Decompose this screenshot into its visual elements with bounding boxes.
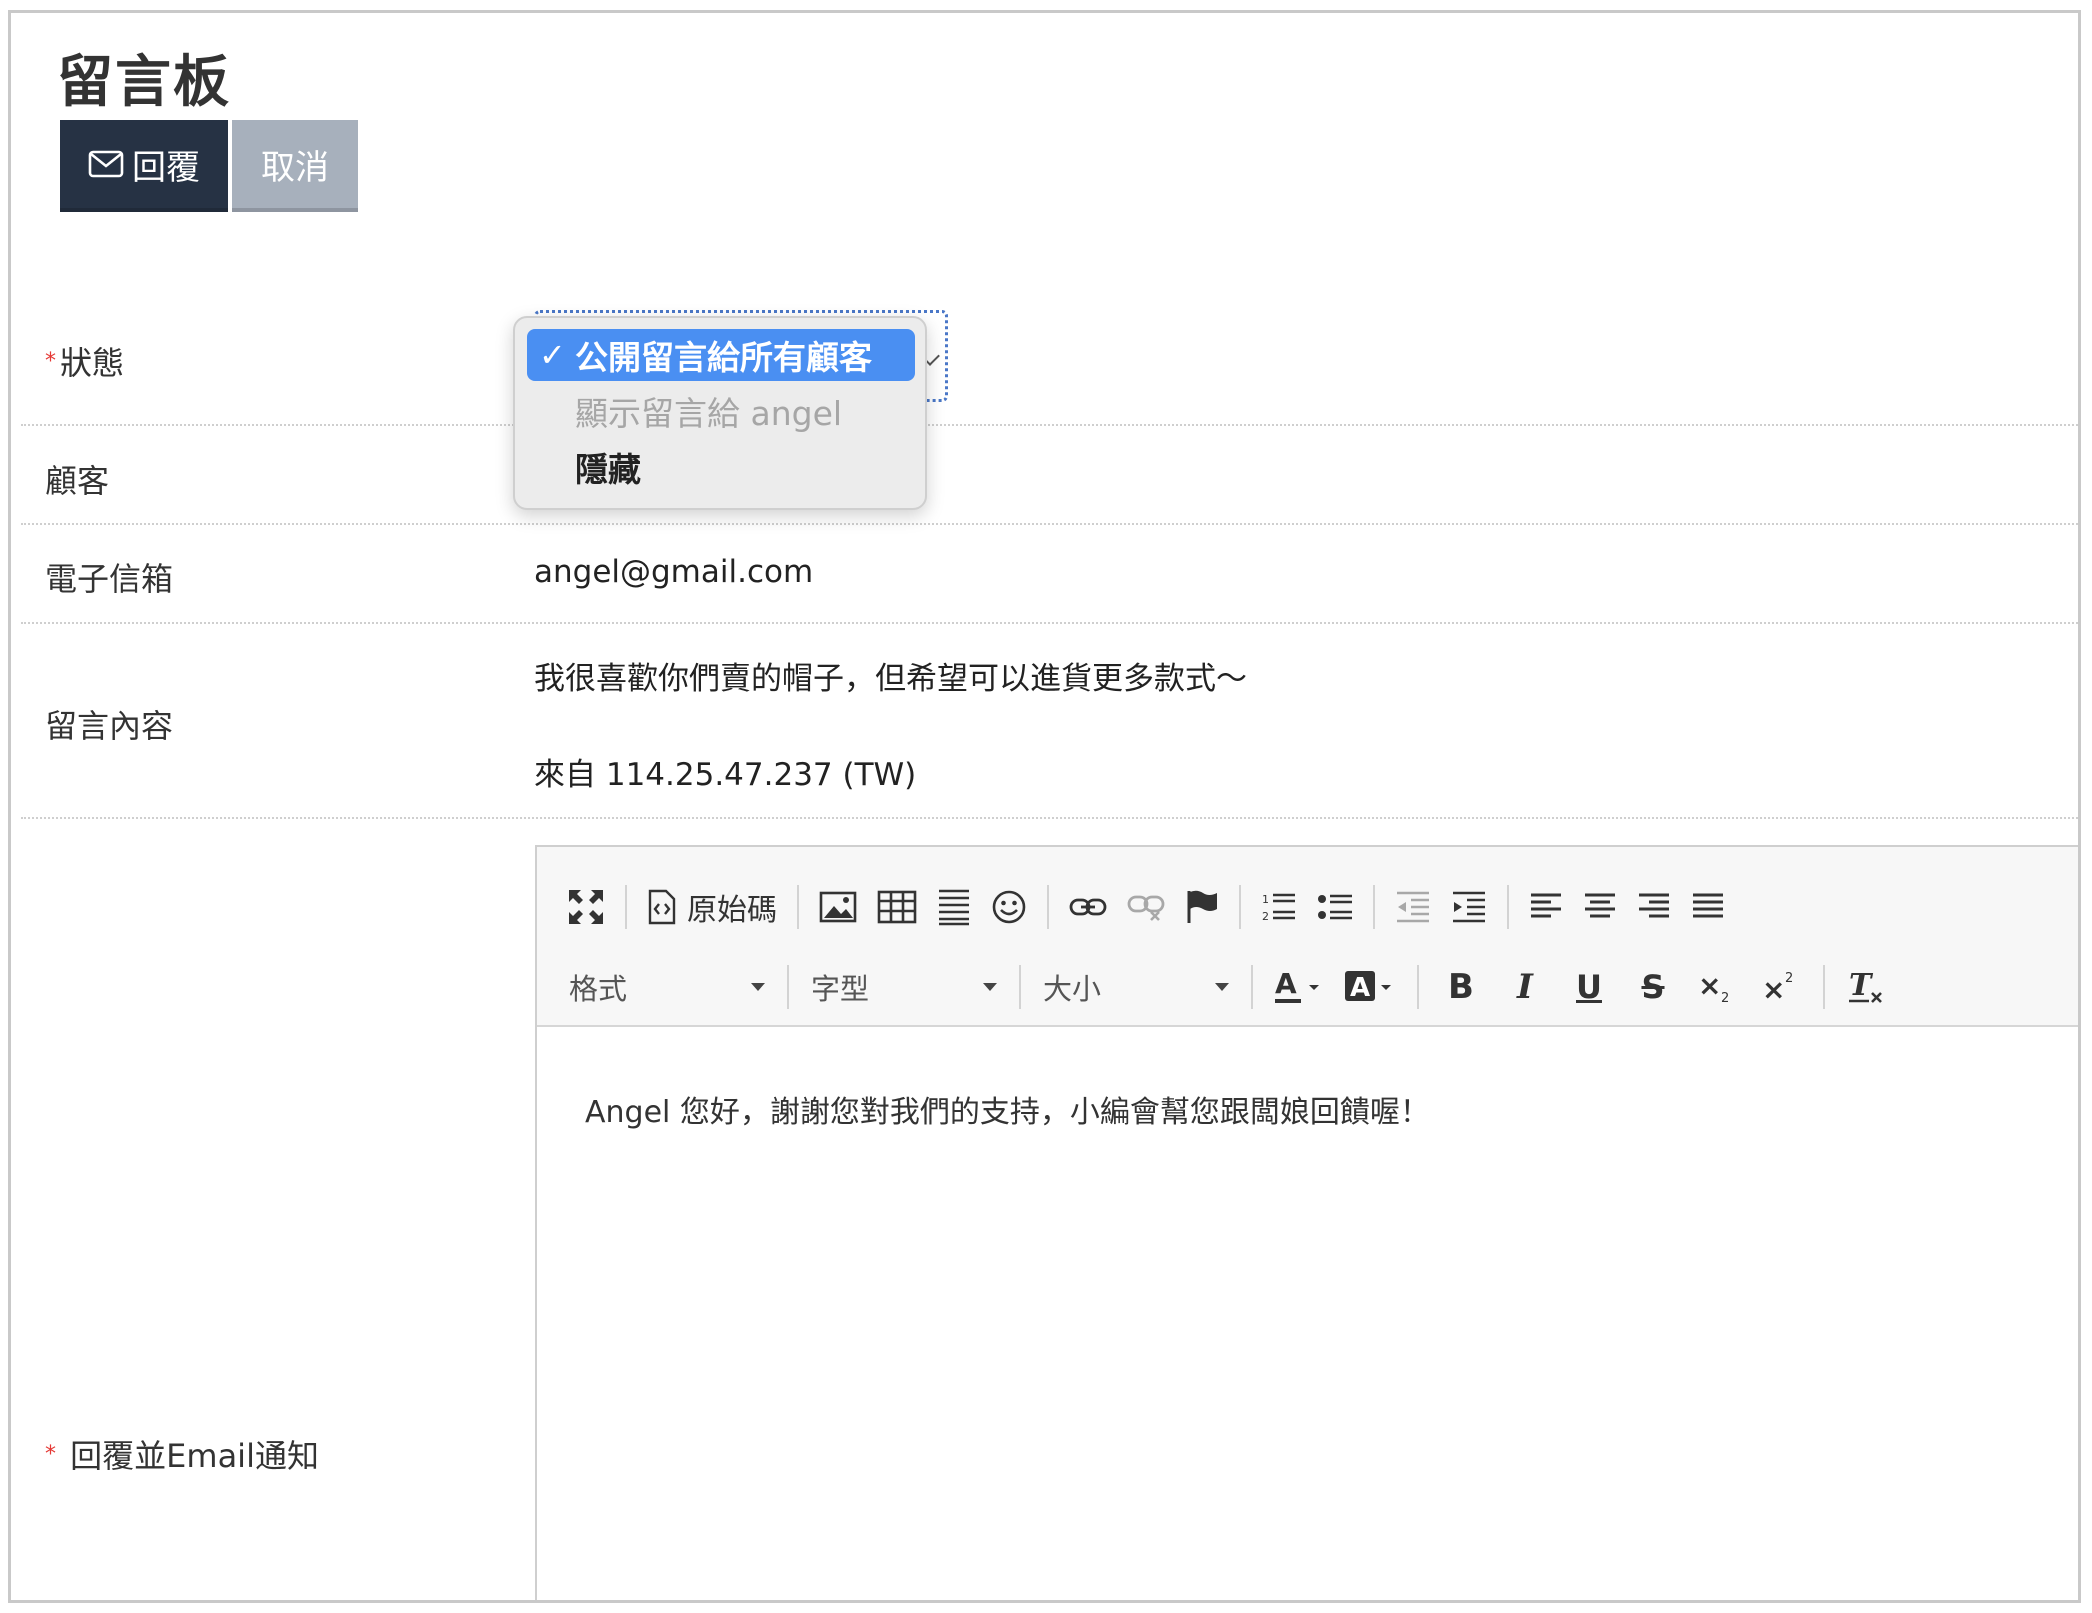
align-left-icon[interactable] (1519, 879, 1573, 935)
anchor-flag-icon[interactable] (1175, 879, 1229, 935)
message-origin: 來自 114.25.47.237 (TW) (534, 757, 917, 793)
caret-down-icon (1215, 983, 1229, 991)
svg-text:A: A (1350, 973, 1370, 1003)
editor-content[interactable]: Angel 您好，謝謝您對我們的支持，小編會幫您跟闆娘回饋喔！ (585, 1087, 1430, 1131)
toolbar-separator (1251, 965, 1253, 1009)
outdent-icon[interactable] (1385, 879, 1441, 935)
message-text: 我很喜歡你們賣的帽子，但希望可以進貨更多款式～ (534, 661, 1247, 697)
page-title: 留言板 (57, 50, 231, 115)
source-label: 原始碼 (687, 893, 777, 928)
toolbar-separator (1047, 885, 1049, 929)
toolbar-separator (797, 885, 799, 929)
source-icon (648, 889, 676, 925)
unlink-icon[interactable] (1117, 879, 1175, 935)
svg-text:1: 1 (1262, 893, 1269, 906)
underline-icon[interactable]: U (1557, 959, 1621, 1015)
status-option-show-to-customer: 顯示留言給 angel (575, 394, 843, 433)
toolbar-separator (1239, 885, 1241, 929)
smiley-icon[interactable] (981, 879, 1037, 935)
divider (21, 523, 2078, 525)
svg-text:T: T (1849, 968, 1874, 1003)
divider (21, 817, 2078, 819)
svg-text:A: A (1275, 967, 1297, 1000)
cancel-button[interactable]: 取消 (232, 120, 358, 212)
status-label: * 狀態 (45, 344, 125, 382)
status-option-hidden[interactable]: 隱藏 (527, 441, 915, 493)
required-mark: * (45, 1442, 56, 1467)
toolbar-separator (1019, 965, 1021, 1009)
message-board-panel: 留言板 回覆 取消 * 狀態 顧客 電子信箱 angel@gmail.com 留言… (8, 10, 2081, 1603)
horizontal-rule-icon[interactable] (927, 879, 981, 935)
reply-button-label: 回覆 (132, 147, 200, 188)
email-value: angel@gmail.com (534, 554, 814, 590)
customer-label: 顧客 (45, 462, 110, 500)
svg-text:2: 2 (1721, 991, 1729, 1005)
required-mark: * (45, 349, 56, 374)
toolbar-separator (625, 885, 627, 929)
rich-text-editor: 原始碼 1 2 格式 字型 大小 A A B I U S × 2 × 2 T A… (535, 845, 2078, 1600)
italic-icon[interactable]: I (1493, 959, 1557, 1015)
bold-icon[interactable]: B (1429, 959, 1493, 1015)
svg-text:×: × (1762, 973, 1785, 1005)
editor-toolbar: 原始碼 1 2 格式 字型 大小 A A B I U S × 2 × 2 T (537, 847, 2078, 1027)
superscript-icon[interactable]: × 2 (1749, 959, 1813, 1015)
align-right-icon[interactable] (1627, 879, 1681, 935)
numbered-list-icon[interactable]: 12 (1251, 879, 1307, 935)
message-label: 留言內容 (45, 707, 174, 745)
divider (21, 424, 2078, 426)
remove-format-icon[interactable]: T (1835, 959, 1899, 1015)
link-icon[interactable] (1059, 879, 1117, 935)
toolbar-separator (1823, 965, 1825, 1009)
bulleted-list-icon[interactable] (1307, 879, 1363, 935)
maximize-icon[interactable] (557, 879, 615, 935)
caret-down-icon (751, 983, 765, 991)
status-dropdown-menu: ✓ 公開留言給所有顧客 顯示留言給 angel 隱藏 (513, 316, 927, 510)
caret-down-icon (983, 983, 997, 991)
align-justify-icon[interactable] (1681, 879, 1735, 935)
font-combo[interactable]: 字型 (799, 961, 1009, 1013)
toolbar-separator (1507, 885, 1509, 929)
image-icon[interactable] (809, 879, 867, 935)
toolbar-separator (787, 965, 789, 1009)
check-icon: ✓ (539, 336, 566, 374)
email-label: 電子信箱 (45, 560, 174, 598)
toolbar-separator (1373, 885, 1375, 929)
toolbar-separator (1417, 965, 1419, 1009)
indent-icon[interactable] (1441, 879, 1497, 935)
background-color-icon[interactable]: A (1333, 959, 1407, 1015)
svg-text:×: × (1698, 969, 1721, 1002)
reply-button[interactable]: 回覆 (60, 120, 228, 212)
svg-text:2: 2 (1785, 971, 1793, 986)
strikethrough-icon[interactable]: S (1621, 959, 1685, 1015)
subscript-icon[interactable]: × 2 (1685, 959, 1749, 1015)
status-option-public[interactable]: ✓ 公開留言給所有顧客 (527, 329, 915, 381)
svg-text:2: 2 (1262, 910, 1269, 923)
divider (21, 622, 2078, 624)
text-color-icon[interactable]: A (1263, 959, 1333, 1015)
size-combo[interactable]: 大小 (1031, 961, 1241, 1013)
align-center-icon[interactable] (1573, 879, 1627, 935)
format-combo[interactable]: 格式 (557, 961, 777, 1013)
reply-label: * 回覆並Email通知 (45, 1437, 319, 1475)
table-icon[interactable] (867, 879, 927, 935)
source-button[interactable]: 原始碼 (637, 879, 787, 935)
envelope-icon (88, 150, 124, 178)
cancel-button-label: 取消 (261, 147, 329, 188)
